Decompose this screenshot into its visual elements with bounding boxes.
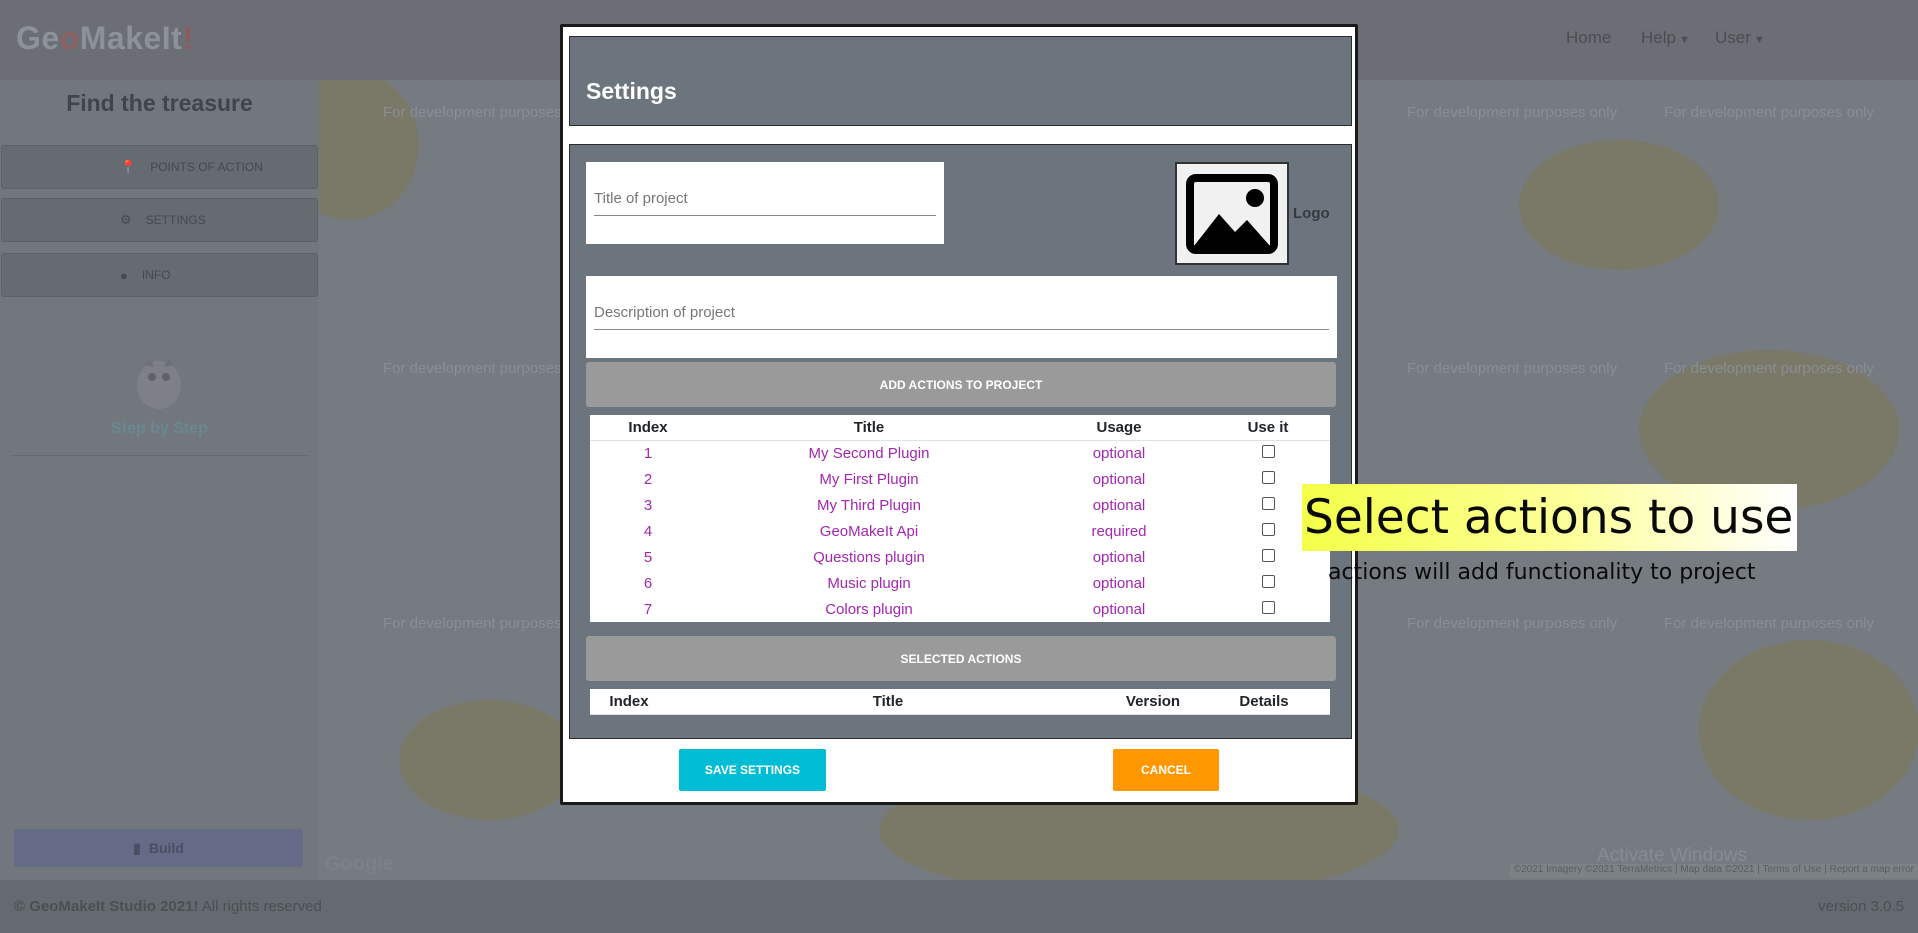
cell-index: 1 [643,444,653,462]
use-it-checkbox[interactable] [1261,470,1275,484]
column-header: Index [590,415,706,441]
cell-usage: optional [1092,444,1146,462]
cell-index: 3 [643,496,653,514]
map-watermark: For development purposes only [1407,360,1618,377]
column-header: Title [668,689,1108,715]
map-watermark: For development purposes only [1664,615,1875,632]
copyright: © GeoMakeIt Studio 2021! All rights rese… [14,898,322,915]
sidebar-item-info[interactable]: ● INFO [1,253,318,297]
footer: © GeoMakeIt Studio 2021! All rights rese… [0,880,1918,933]
selected-actions-table: Index Title Version Details [590,689,1330,715]
tutorial-heading: Select actions to use [1302,484,1797,551]
chevron-down-icon: ▼ [1753,34,1765,46]
build-button[interactable]: ▮ Build [14,829,303,867]
version-label: version 3.0.5 [1818,898,1904,915]
cell-usage: optional [1092,548,1146,566]
cell-index: 5 [643,548,653,566]
nav-help[interactable]: Help ▼ [1641,28,1690,48]
settings-modal: Settings Title of project Logo Descripti… [560,24,1358,805]
actions-table: Index Title Usage Use it 1 My Second Plu… [590,415,1330,622]
nav-user[interactable]: User ▼ [1715,28,1765,48]
info-icon: ● [120,267,128,283]
cell-index: 2 [643,470,653,488]
save-settings-button[interactable]: SAVE SETTINGS [679,749,826,791]
column-header: Usage [1032,415,1206,441]
project-title: Find the treasure [66,90,253,116]
use-it-checkbox[interactable] [1261,574,1275,588]
cell-usage: optional [1092,574,1146,592]
use-it-checkbox[interactable] [1261,548,1275,562]
brand-logo[interactable]: GeoMakeIt! [16,20,193,57]
use-it-checkbox[interactable] [1261,600,1275,614]
table-row: 4 GeoMakeIt Api required [590,518,1330,544]
sidebar: Find the treasure 📍 POINTS OF ACTION ⚙ S… [0,80,319,880]
sidebar-item-settings[interactable]: ⚙ SETTINGS [1,198,318,242]
map-watermark: For development purposes only [1407,615,1618,632]
table-row: 7 Colors plugin optional [590,596,1330,622]
modal-body: Title of project Logo Description of pro… [569,144,1352,739]
tutorial-subtext: actions will add functionality to projec… [1328,560,1756,585]
cancel-button[interactable]: CANCEL [1113,749,1219,791]
cell-index: 7 [643,600,653,618]
modal-header: Settings [569,36,1352,126]
table-row: 1 My Second Plugin optional [590,440,1330,466]
map-watermark: For development purposes only [1664,104,1875,121]
project-description-field[interactable]: Description of project [586,276,1337,358]
column-header: Details [1198,689,1330,715]
column-header: Title [706,415,1032,441]
table-header-row: Index Title Version Details [590,689,1330,715]
map-watermark: For development purposes only [1407,104,1618,121]
cell-title: My First Plugin [819,470,919,488]
cell-title: Colors plugin [825,600,913,618]
cell-title: Music plugin [827,574,911,592]
table-row: 2 My First Plugin optional [590,466,1330,492]
google-logo: Google [325,853,394,875]
cell-title: Questions plugin [813,548,925,566]
use-it-checkbox[interactable] [1261,496,1275,510]
cell-usage: required [1091,522,1147,540]
step-by-step-link[interactable]: Step by Step [0,420,319,438]
gear-icon: ⚙ [120,212,132,227]
cell-usage: optional [1092,496,1146,514]
image-placeholder-icon [1186,174,1278,254]
mascot-image [137,357,181,409]
input-underline [594,300,1329,330]
cell-title: GeoMakeIt Api [819,522,919,540]
cell-index: 4 [643,522,653,540]
map-pin-icon: 📍 [120,159,137,174]
map-watermark: For development purposes only [1664,360,1875,377]
cell-title: My Second Plugin [808,444,930,462]
project-title-field[interactable]: Title of project [586,162,944,244]
cell-title: My Third Plugin [817,496,921,514]
map-attribution[interactable]: ©2021 Imagery ©2021 TerraMetrics | Map d… [1509,864,1918,878]
modal-title: Settings [586,78,677,104]
use-it-checkbox[interactable] [1261,522,1275,536]
logo-upload[interactable] [1175,162,1289,265]
add-actions-button[interactable]: ADD ACTIONS TO PROJECT [586,362,1336,407]
table-header-row: Index Title Usage Use it [590,415,1330,441]
table-row: 6 Music plugin optional [590,570,1330,596]
selected-actions-button[interactable]: SELECTED ACTIONS [586,636,1336,681]
column-header: Use it [1206,415,1330,441]
use-it-checkbox[interactable] [1261,444,1275,458]
cell-usage: optional [1092,470,1146,488]
column-header: Index [590,689,668,715]
divider [10,455,310,456]
nav-home[interactable]: Home [1566,28,1611,48]
chevron-down-icon: ▼ [1678,34,1690,46]
input-underline [594,186,936,216]
table-row: 3 My Third Plugin optional [590,492,1330,518]
table-row: 5 Questions plugin optional [590,544,1330,570]
column-header: Version [1108,689,1198,715]
logo-label: Logo [1293,205,1330,222]
cell-index: 6 [643,574,653,592]
sidebar-item-points-of-action[interactable]: 📍 POINTS OF ACTION [1,145,318,189]
cell-usage: optional [1092,600,1146,618]
phone-icon: ▮ [133,839,141,856]
